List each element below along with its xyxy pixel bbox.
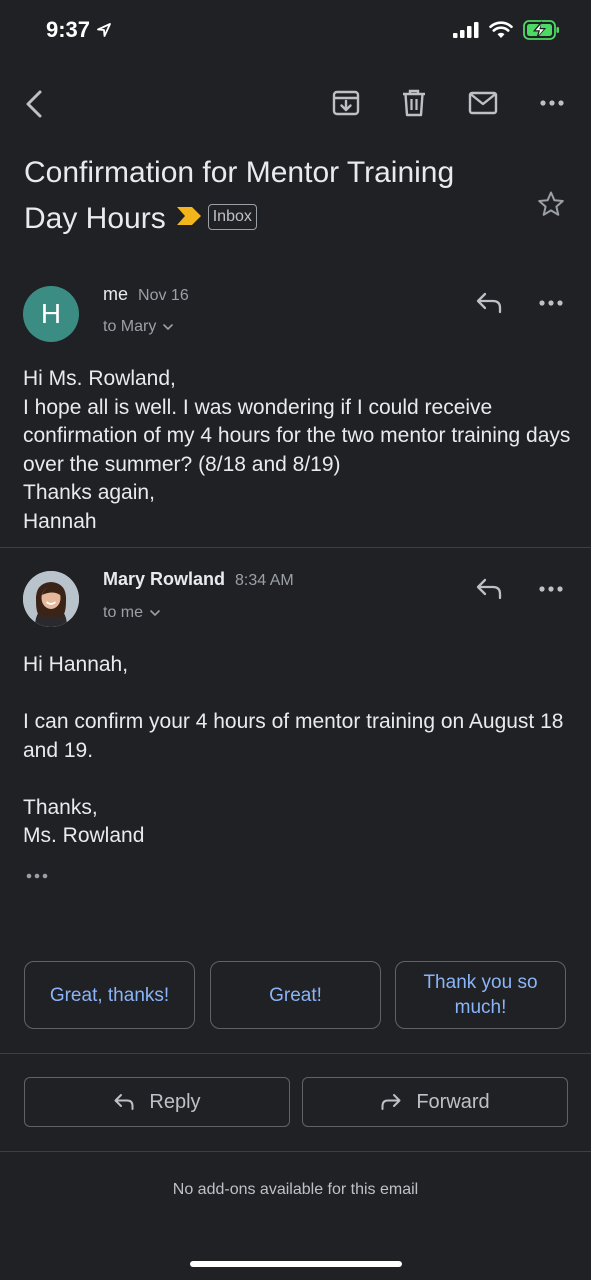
- reply-icon: [114, 1094, 134, 1110]
- message-more-button[interactable]: [532, 572, 570, 606]
- star-icon: [538, 191, 564, 216]
- message-date: 8:34 AM: [235, 572, 294, 589]
- message-body: Hi Ms. Rowland, I hope all is well. I wa…: [23, 367, 571, 533]
- reply-button[interactable]: [470, 572, 508, 606]
- addons-message: No add-ons available for this email: [172, 1181, 419, 1198]
- reply-action-button[interactable]: Reply: [24, 1077, 290, 1127]
- forward-label: Forward: [416, 1090, 490, 1113]
- more-horizontal-icon: [539, 586, 563, 592]
- cellular-signal-icon: [453, 22, 479, 38]
- chevron-down-icon: [163, 324, 174, 331]
- recipient-text: to me: [103, 604, 144, 621]
- message-divider: [0, 547, 591, 548]
- reply-icon: [476, 578, 502, 600]
- reply-button[interactable]: [470, 286, 508, 320]
- more-horizontal-icon: [540, 100, 564, 106]
- recipient-text: to Mary: [103, 318, 157, 335]
- mark-unread-button[interactable]: [463, 84, 503, 122]
- message-date: Nov 16: [138, 287, 189, 304]
- ellipsis-icon: [26, 873, 48, 879]
- smart-reply-label: Great, thanks!: [49, 984, 170, 1006]
- recipient-details-toggle[interactable]: to Mary: [103, 318, 174, 336]
- clock-text: 9:37: [46, 17, 91, 42]
- chevron-down-icon: [150, 610, 160, 617]
- forward-icon: [381, 1094, 401, 1110]
- more-options-button[interactable]: [532, 84, 572, 122]
- archive-button[interactable]: [326, 84, 366, 122]
- email-subject: Confirmation for Mentor Training Day Hou…: [24, 150, 514, 243]
- wifi-icon: [489, 21, 513, 38]
- sender-name: me: [103, 284, 129, 304]
- delete-button[interactable]: [394, 84, 434, 122]
- home-indicator[interactable]: [190, 1261, 402, 1267]
- archive-icon: [332, 90, 360, 116]
- message-more-button[interactable]: [532, 286, 570, 320]
- reply-icon: [476, 292, 502, 314]
- battery-charging-icon: [523, 20, 559, 40]
- forward-action-button[interactable]: Forward: [302, 1077, 568, 1127]
- back-button[interactable]: [14, 84, 54, 124]
- message-header[interactable]: me Nov 16: [103, 284, 189, 305]
- avatar[interactable]: H: [23, 286, 79, 342]
- status-icons: [453, 20, 561, 40]
- star-button[interactable]: [533, 186, 569, 222]
- sender-name: Mary Rowland: [103, 569, 226, 589]
- avatar[interactable]: [23, 571, 79, 627]
- reply-label: Reply: [149, 1090, 201, 1113]
- status-time: 9:37: [46, 17, 112, 43]
- avatar-letter: H: [40, 298, 62, 329]
- profile-photo: [23, 571, 79, 627]
- message-header[interactable]: Mary Rowland 8:34 AM: [103, 569, 294, 590]
- inbox-label-chip[interactable]: Inbox: [207, 204, 257, 231]
- importance-marker-icon[interactable]: [176, 194, 202, 240]
- smart-reply-button[interactable]: Great, thanks!: [24, 961, 195, 1029]
- section-divider: [0, 1053, 591, 1054]
- recipient-details-toggle[interactable]: to me: [103, 604, 161, 622]
- show-trimmed-content-button[interactable]: [22, 866, 52, 886]
- smart-reply-label: Great!: [269, 984, 322, 1006]
- message-body: Hi Hannah, I can confirm your 4 hours of…: [23, 653, 564, 847]
- more-horizontal-icon: [539, 300, 563, 306]
- smart-reply-button[interactable]: Great!: [210, 961, 381, 1029]
- smart-reply-button[interactable]: Thank you so much!: [395, 961, 566, 1029]
- section-divider: [0, 1151, 591, 1152]
- back-arrow-icon: [26, 90, 42, 118]
- location-arrow-icon: [97, 23, 111, 37]
- trash-icon: [403, 89, 425, 117]
- smart-reply-label: Thank you so much!: [423, 972, 538, 1018]
- mail-icon: [468, 91, 498, 115]
